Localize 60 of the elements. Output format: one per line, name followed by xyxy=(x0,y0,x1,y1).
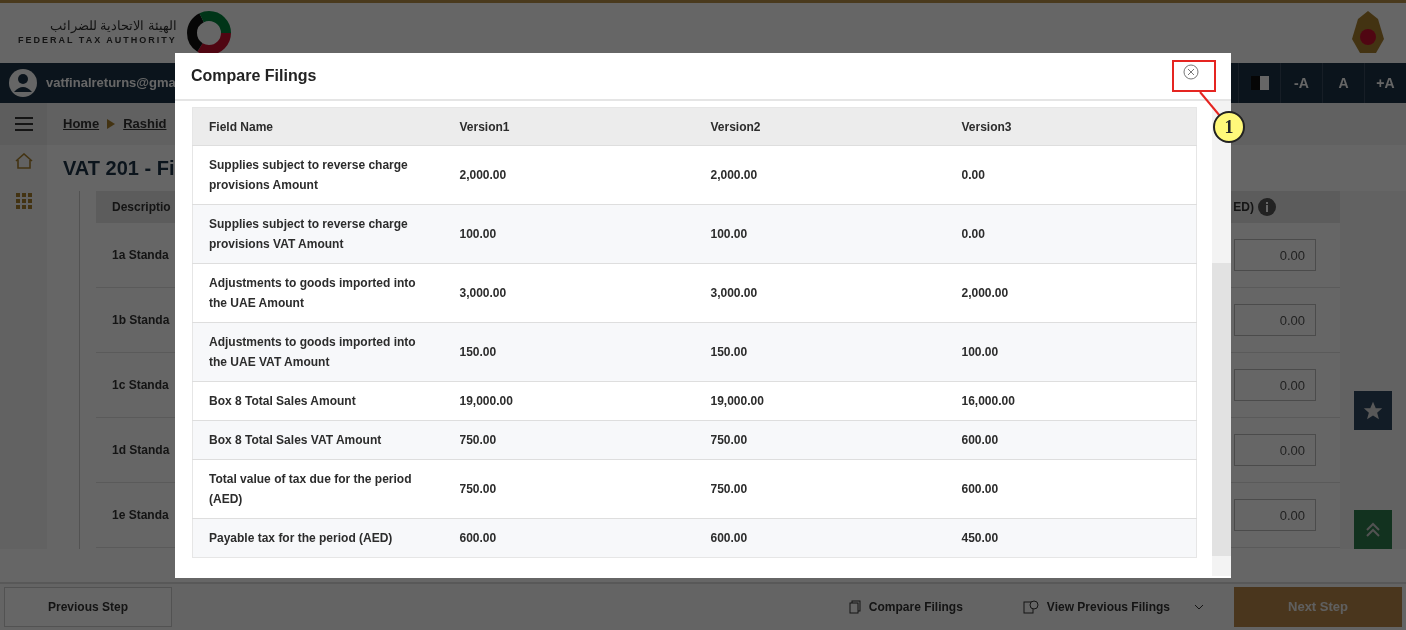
row-label: 1d Standa xyxy=(112,442,170,459)
amount-field[interactable]: 0.00 xyxy=(1234,434,1316,466)
row-label: 1b Standa xyxy=(112,312,170,329)
column-header: Version3 xyxy=(945,107,1197,146)
table-cell: 750.00 xyxy=(694,420,946,460)
grid-icon[interactable] xyxy=(15,193,32,209)
info-icon[interactable] xyxy=(1258,198,1276,216)
chevron-down-icon[interactable] xyxy=(1194,604,1204,610)
highlight-box xyxy=(1172,60,1216,92)
modal-title: Compare Filings xyxy=(191,66,317,86)
previous-step-button[interactable]: Previous Step xyxy=(4,587,172,627)
amount-field[interactable]: 0.00 xyxy=(1234,304,1316,336)
copy-icon[interactable] xyxy=(848,600,861,614)
row-label: 1c Standa xyxy=(112,377,169,394)
row-label: 1e Standa xyxy=(112,507,169,524)
document-clock-icon[interactable] xyxy=(1022,600,1039,614)
table-cell: 600.00 xyxy=(945,420,1197,460)
chevrons-up-icon[interactable] xyxy=(1364,520,1382,539)
column-header: Version2 xyxy=(694,107,946,146)
column-header: ED) xyxy=(1233,199,1254,216)
breadcrumb-link[interactable]: Home xyxy=(63,114,100,134)
logo-arabic-text: الهيئة الاتحادية للضرائب xyxy=(48,18,177,35)
scrollbar[interactable] xyxy=(1212,101,1231,576)
column-header: Version1 xyxy=(443,107,695,146)
next-step-button[interactable]: Next Step xyxy=(1234,587,1402,627)
table-cell: 100.00 xyxy=(945,322,1197,382)
table-cell: 0.00 xyxy=(945,204,1197,264)
breadcrumb-link[interactable]: Rashid xyxy=(123,114,167,134)
amount-field[interactable]: 0.00 xyxy=(1234,239,1316,271)
table-cell: 150.00 xyxy=(694,322,946,382)
amount-field[interactable]: 0.00 xyxy=(1234,369,1316,401)
contrast-icon[interactable] xyxy=(1249,75,1270,91)
logo-text: FEDERAL TAX AUTHORITY xyxy=(18,34,177,48)
avatar-icon[interactable] xyxy=(8,68,38,98)
amount-field[interactable]: 0.00 xyxy=(1234,499,1316,531)
home-icon[interactable] xyxy=(14,153,33,169)
table-cell: 600.00 xyxy=(694,518,946,558)
table-cell: Payable tax for the period (AED) xyxy=(192,518,444,558)
row-label: 1a Standa xyxy=(112,247,169,264)
table-cell: 450.00 xyxy=(945,518,1197,558)
scroll-top-button[interactable] xyxy=(1354,510,1392,549)
user-email: vatfinalreturns@gma xyxy=(46,74,176,93)
table-cell: 600.00 xyxy=(443,518,695,558)
view-previous-filings-dropdown[interactable]: View Previous Filings xyxy=(1016,597,1210,617)
table-cell: 100.00 xyxy=(694,204,946,264)
compare-filings-link[interactable]: Compare Filings xyxy=(842,597,969,617)
table-cell: Adjustments to goods imported into the UAE VAT Amount xyxy=(192,322,444,382)
table-cell: 750.00 xyxy=(443,420,695,460)
favorite-button[interactable] xyxy=(1354,391,1392,430)
column-header: Field Name xyxy=(192,107,444,146)
table-cell: Box 8 Total Sales VAT Amount xyxy=(192,420,444,460)
page-title: VAT 201 - Fi xyxy=(63,157,175,179)
menu-icon[interactable] xyxy=(14,117,33,131)
leader-line xyxy=(1199,91,1221,117)
table-cell: 100.00 xyxy=(443,204,695,264)
column-header: Descriptio xyxy=(112,199,171,216)
table-cell: 150.00 xyxy=(443,322,695,382)
table-cell: Supplies subject to reverse charge provisions VAT Amount xyxy=(192,204,444,264)
breadcrumb-arrow-icon xyxy=(107,119,116,129)
close-icon[interactable] xyxy=(1183,64,1199,80)
